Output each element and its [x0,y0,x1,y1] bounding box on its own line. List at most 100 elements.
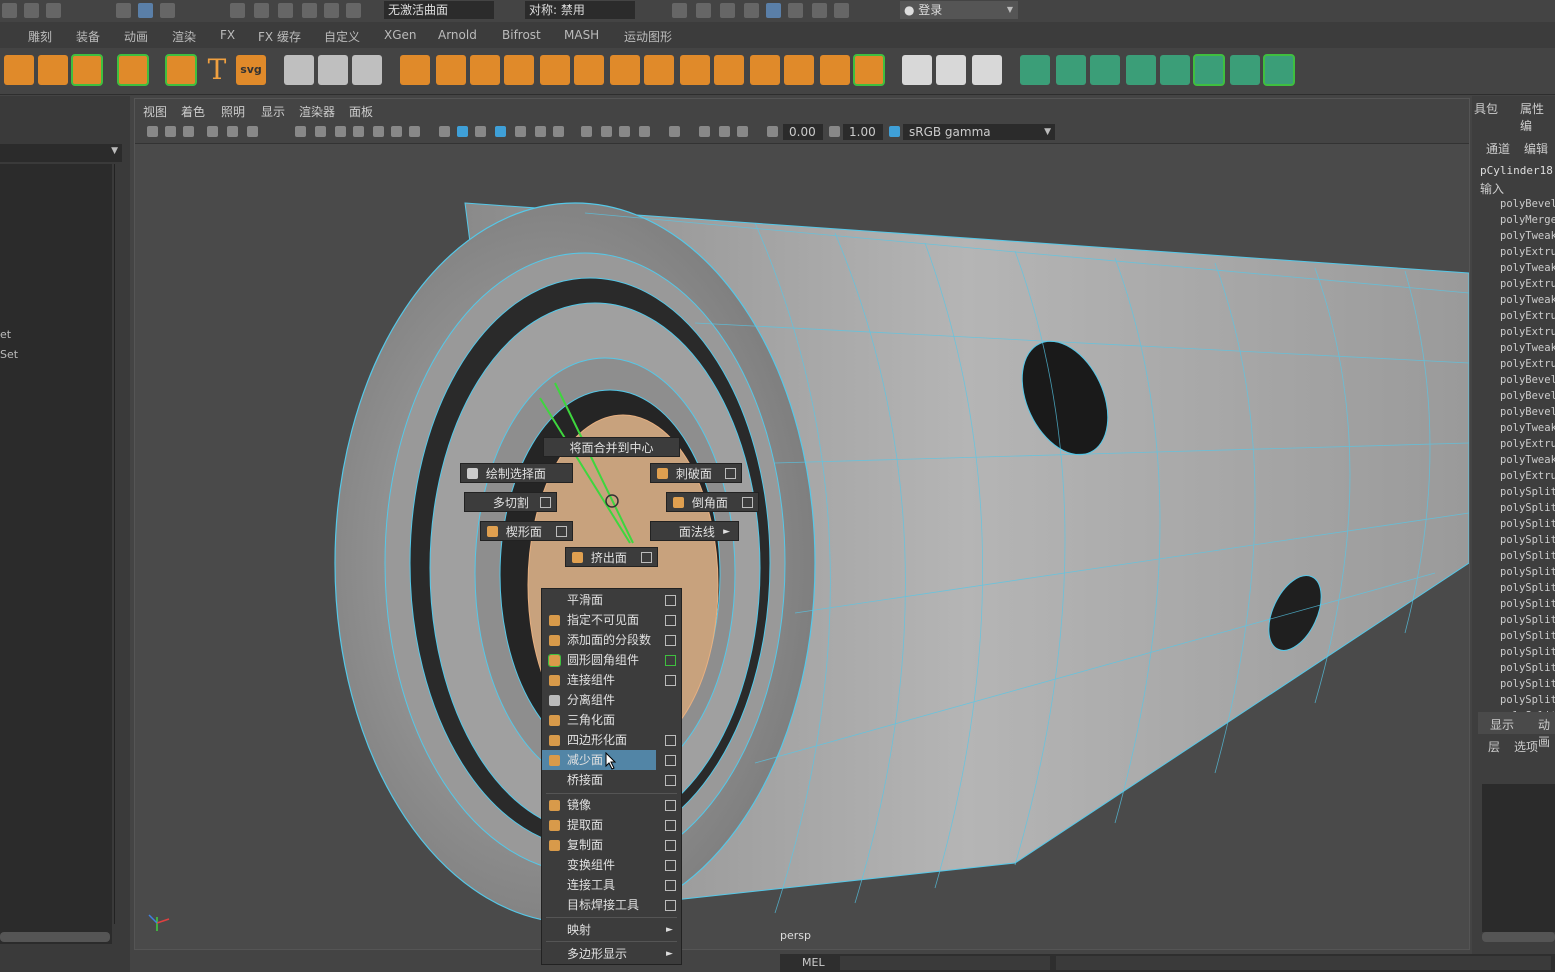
safe-title-icon[interactable] [409,126,420,137]
lattice-icon[interactable] [936,55,966,85]
safe-action-icon[interactable] [391,126,402,137]
undo-icon[interactable] [24,3,39,18]
menu-item-reduce[interactable]: 减少面 [542,750,656,770]
fill-hole-icon[interactable] [784,55,814,85]
xray-joints-icon[interactable] [719,126,730,137]
tab-toolbox[interactable]: 具包 [1474,100,1498,117]
menu-shading[interactable]: 着色 [181,103,205,120]
paint-select-button[interactable]: 绘制选择面 [460,463,573,483]
history-item[interactable]: polySplit [1478,564,1555,580]
history-item[interactable]: polyTweak [1478,340,1555,356]
menu-renderer[interactable]: 渲染器 [299,103,335,120]
multi-cut-button[interactable]: 多切割 [464,492,557,512]
option-box[interactable] [665,635,676,646]
depth-of-field-icon[interactable] [639,126,650,137]
option-box[interactable] [665,595,676,606]
2d-pan-icon[interactable] [227,126,238,137]
menu-item-circularize[interactable]: 圆形圆角组件 [542,650,681,670]
smooth-icon[interactable] [504,55,534,85]
history-item[interactable]: polyBevel [1478,404,1555,420]
move-pivot-icon[interactable] [318,55,348,85]
resolution-gate-icon[interactable] [335,126,346,137]
snap-view-plane-icon[interactable] [302,3,317,18]
prism-icon[interactable] [71,54,103,86]
extrude-face-button[interactable]: 挤出面 [565,547,658,567]
tab-attribute-editor[interactable]: 属性编 [1520,100,1555,134]
bevel-face-button[interactable]: 倒角面 [666,492,759,512]
curve-icon[interactable] [1160,55,1190,85]
list-item[interactable]: Set [0,348,18,361]
history-item[interactable]: polySplit [1478,596,1555,612]
shelf-tab[interactable]: 渲染 [172,28,196,45]
select-by-object-icon[interactable] [138,3,153,18]
lights-icon[interactable] [535,126,546,137]
history-item[interactable]: polyExtrude [1478,276,1555,292]
viewport-panel[interactable]: 视图 着色 照明 显示 渲染器 面板 0.00 1.00 sRGB gamma … [134,98,1470,950]
history-item[interactable]: polySplit [1478,644,1555,660]
history-item[interactable]: polyBevel [1478,196,1555,212]
create-node-icon[interactable] [1020,55,1050,85]
menu-show[interactable]: 显示 [261,103,285,120]
history-item[interactable]: polySplit [1478,628,1555,644]
gate-mask-icon[interactable] [353,126,364,137]
reset-transform-icon[interactable] [352,55,382,85]
snap-live-icon[interactable] [324,3,339,18]
grid-distribute-icon[interactable] [1193,54,1225,86]
camera-attributes-icon[interactable] [165,126,176,137]
option-box[interactable] [540,497,551,508]
menu-item-detach-components[interactable]: 分离组件 [542,690,681,710]
bookmark-icon[interactable] [183,126,194,137]
film-gate-icon[interactable] [315,126,326,137]
horizontal-scrollbar[interactable] [0,932,110,942]
list-item[interactable]: et [0,328,11,341]
motion-blur-icon[interactable] [601,126,612,137]
history-item[interactable]: polyExtrude [1478,308,1555,324]
face-normals-button[interactable]: 面法线 ► [650,521,739,541]
command-language-label[interactable]: MEL [802,956,825,969]
paint-icon[interactable] [902,55,932,85]
option-box[interactable] [665,615,676,626]
menu-view[interactable]: 视图 [143,103,167,120]
option-box[interactable] [641,552,652,563]
command-line[interactable]: MEL [780,954,1555,972]
merge-to-center-button[interactable]: 将面合并到中心 [543,437,680,457]
boolean-icon[interactable] [540,55,570,85]
mirror-icon[interactable] [470,55,500,85]
exposure-field[interactable]: 0.00 [783,124,823,140]
history-item[interactable]: polyTweak [1478,228,1555,244]
tab-display-layers[interactable]: 显示 [1490,716,1514,733]
option-box[interactable] [665,755,676,766]
menu-options[interactable]: 选项 [1514,738,1538,755]
menu-item-duplicate[interactable]: 复制面 [542,835,681,855]
wedge-face-button[interactable]: 楔形面 [480,521,573,541]
poke-face-button[interactable]: 刺破面 [650,463,742,483]
menu-item-mapping[interactable]: 映射 ► [542,920,681,940]
history-item[interactable]: polySplit [1478,516,1555,532]
menu-item-connect-components[interactable]: 连接组件 [542,670,681,690]
image-plane-icon[interactable] [207,126,218,137]
ipr-render-icon[interactable] [720,3,735,18]
history-list[interactable]: polyBevel polyMerge polyTweak polyExtrud… [1478,196,1555,730]
view-transform-dropdown[interactable]: sRGB gamma ▼ [903,124,1055,140]
outliner-list[interactable]: et Set [0,164,112,944]
menu-item-quadrangulate[interactable]: 四边形化面 [542,730,681,750]
menu-item-extract[interactable]: 提取面 [542,815,681,835]
super-shape-icon[interactable] [165,54,197,86]
tab-anim-layers[interactable]: 动画 [1538,716,1555,750]
menu-layers[interactable]: 层 [1488,738,1500,755]
random-icon[interactable] [1230,55,1260,85]
gamma-field[interactable]: 1.00 [843,124,883,140]
svg-tool-icon[interactable]: svg [236,55,266,85]
history-item[interactable]: polyExtrude [1478,324,1555,340]
history-item[interactable]: polyExtrude [1478,244,1555,260]
menu-item-triangulate[interactable]: 三角化面 [542,710,681,730]
graph-icon[interactable] [1056,55,1086,85]
redo-icon[interactable] [46,3,61,18]
reduce-option-area[interactable] [656,750,681,770]
live-surface-dropdown[interactable]: 无激活曲面 [384,1,494,19]
shelf-tab[interactable]: XGen [384,28,417,42]
menu-item-target-weld[interactable]: 目标焊接工具 [542,895,681,915]
shelf-tab[interactable]: 自定义 [324,28,360,45]
menu-item-bridge[interactable]: 桥接面 [542,770,681,790]
shelf-tab[interactable]: FX [220,28,235,42]
